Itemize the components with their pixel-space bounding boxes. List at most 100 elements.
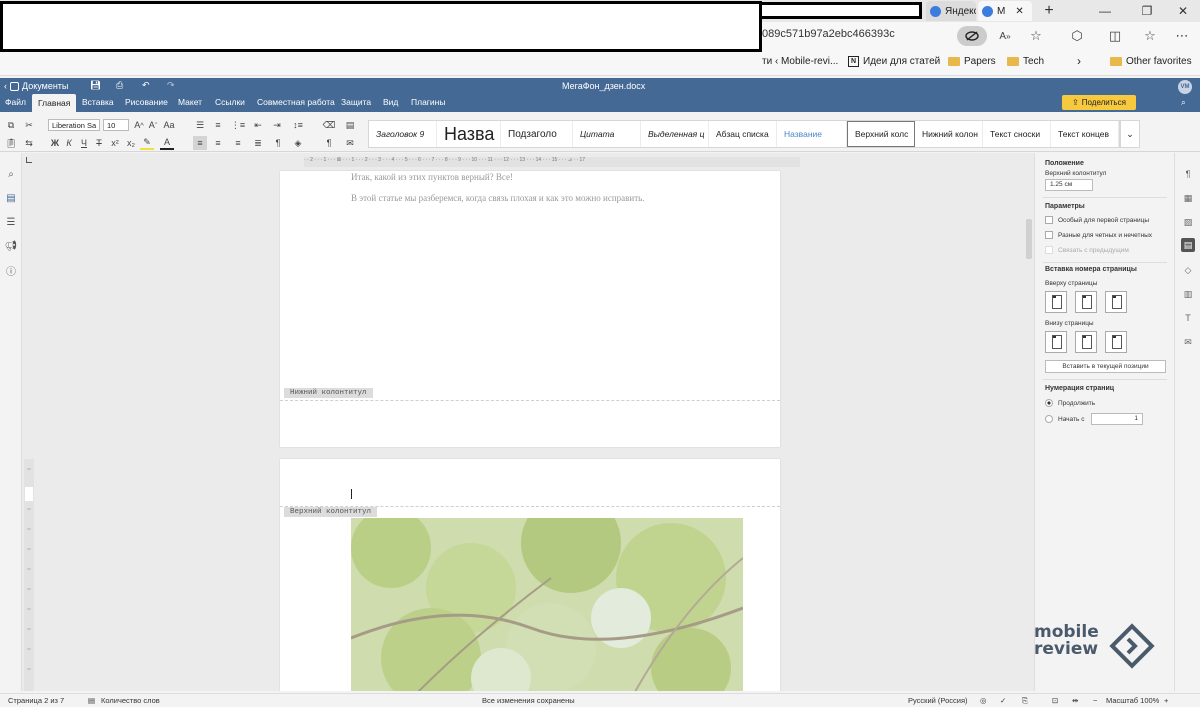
redo-icon[interactable]: ↷ [167, 80, 175, 91]
menu-insert[interactable]: Вставка [82, 97, 114, 107]
comments-icon[interactable]: ▤ [4, 191, 18, 205]
tab-yandex[interactable]: Яндекс [926, 1, 976, 21]
page-number-bottom-center[interactable] [1075, 331, 1097, 353]
bookmark-other-favorites[interactable]: Other favorites [1110, 56, 1192, 67]
menu-references[interactable]: Ссылки [215, 97, 245, 107]
menu-file[interactable]: Файл [5, 97, 26, 107]
page-number-top-right[interactable] [1105, 291, 1127, 313]
extensions-icon[interactable]: ⬡ [1065, 26, 1089, 46]
minimize-icon[interactable]: — [1088, 0, 1122, 22]
italic-icon[interactable]: К [62, 136, 76, 150]
paste-icon[interactable]: 📋︎ [4, 136, 18, 150]
menu-plugins[interactable]: Плагины [411, 97, 445, 107]
document-image[interactable] [351, 518, 743, 691]
language-select[interactable]: Русский (Россия) [908, 696, 968, 705]
bookmark-tech[interactable]: Tech [1007, 56, 1044, 67]
vertical-ruler[interactable] [24, 459, 34, 691]
increase-indent-icon[interactable]: ⇥ [270, 118, 284, 132]
shading-icon[interactable]: ◈ [291, 136, 305, 150]
highlight-icon[interactable]: ✎ [140, 136, 154, 150]
decrease-indent-icon[interactable]: ⇤ [251, 118, 265, 132]
different-first-page-checkbox[interactable]: Особый для первой страницы [1045, 216, 1149, 224]
font-color-icon[interactable]: A [160, 136, 174, 150]
table-settings-icon[interactable]: ▦ [1181, 191, 1195, 205]
style-intense-quote[interactable]: Выделенная ц [641, 121, 709, 147]
superscript-icon[interactable]: x² [108, 136, 122, 150]
word-count-icon[interactable]: ▤ [88, 696, 95, 705]
image-settings-icon[interactable]: ▨ [1181, 215, 1195, 229]
document-area[interactable]: · · 2 · · · 1 · · · ⊠ · · · 1 · · · 2 · … [22, 153, 1034, 691]
paragraph-settings-icon[interactable]: ¶ [1181, 167, 1195, 181]
text-art-icon[interactable]: T [1181, 311, 1195, 325]
undo-icon[interactable]: ↶ [142, 80, 150, 91]
page-number-top-left[interactable] [1045, 291, 1067, 313]
strikethrough-icon[interactable]: Т [92, 136, 106, 150]
page-counter[interactable]: Страница 2 из 7 [8, 696, 64, 705]
style-list-paragraph[interactable]: Абзац списка [709, 121, 777, 147]
bookmark-papers[interactable]: Papers [948, 56, 996, 67]
page-number-bottom-left[interactable] [1045, 331, 1067, 353]
new-tab-icon[interactable]: + [1032, 0, 1066, 22]
restore-icon[interactable]: ❐ [1130, 0, 1164, 22]
bold-icon[interactable]: Ж [48, 136, 62, 150]
track-changes-icon[interactable]: ⎘ [1022, 696, 1028, 706]
scrollbar-thumb[interactable] [1026, 219, 1032, 259]
clear-format-icon[interactable]: ⌫ [322, 118, 336, 132]
bookmark-mobile-review[interactable]: ти ‹ Mobile-revi... [762, 56, 838, 67]
style-header[interactable]: Верхний колс [847, 121, 915, 147]
cut-icon[interactable]: ✂ [22, 118, 36, 132]
zoom-in-icon[interactable]: + [1164, 696, 1168, 705]
paragraph-1[interactable]: Итак, какой из этих пунктов верный? Все! [351, 172, 513, 182]
header-distance-input[interactable]: 1.25 см [1045, 179, 1093, 191]
different-odd-even-checkbox[interactable]: Разные для четных и нечетных [1045, 231, 1152, 239]
color-scheme-icon[interactable]: ▤ [343, 118, 357, 132]
word-count[interactable]: Количество слов [101, 696, 160, 705]
mail-merge-settings-icon[interactable]: ✉ [1181, 335, 1195, 349]
decrease-font-icon[interactable]: Aˇ [146, 118, 160, 132]
address-bar-url[interactable]: 089c571b97a2ebc466393c [762, 28, 895, 40]
align-center-icon[interactable]: ≡ [211, 136, 225, 150]
fit-width-icon[interactable]: ⇹ [1072, 696, 1078, 705]
menu-view[interactable]: Вид [383, 97, 398, 107]
globe-icon[interactable]: ◎ [980, 696, 987, 705]
style-title-large[interactable]: Назва [437, 121, 501, 147]
spellcheck-icon[interactable]: ✓ [1000, 696, 1006, 705]
chart-settings-icon[interactable]: ▥ [1181, 287, 1195, 301]
page-1[interactable]: Итак, какой из этих пунктов верный? Все!… [280, 171, 780, 447]
tab-active[interactable]: M ✕ [978, 1, 1032, 21]
avatar[interactable]: VM [1178, 80, 1192, 94]
page-number-top-center[interactable] [1075, 291, 1097, 313]
back-to-documents[interactable]: ‹ Документы [4, 81, 68, 91]
menu-layout[interactable]: Макет [178, 97, 202, 107]
style-heading-9[interactable]: Заголовок 9 [369, 121, 437, 147]
justify-icon[interactable]: ≣ [251, 136, 265, 150]
menu-collaboration[interactable]: Совместная работа [257, 97, 335, 107]
insert-at-current-position-button[interactable]: Вставить в текущей позиции [1045, 360, 1166, 373]
bookmarks-overflow-icon[interactable]: › [1077, 54, 1081, 68]
align-left-icon[interactable]: ≡ [193, 136, 207, 150]
shape-settings-icon[interactable]: ◇ [1181, 263, 1195, 277]
bookmark-ideas[interactable]: N Идеи для статей [848, 56, 940, 67]
bullets-icon[interactable]: ☰ [193, 118, 207, 132]
copy-icon[interactable]: ⧉ [4, 118, 18, 132]
link-to-previous-checkbox[interactable]: Связать с предыдущим [1045, 246, 1129, 254]
continue-numbering-radio[interactable]: Продолжить [1045, 399, 1095, 407]
feedback-icon[interactable]: 📢︎ [4, 239, 18, 253]
horizontal-ruler[interactable]: · · 2 · · · 1 · · · ⊠ · · · 1 · · · 2 · … [304, 157, 800, 167]
style-quote[interactable]: Цитата [573, 121, 641, 147]
favorite-star-icon[interactable]: ☆ [1024, 26, 1048, 46]
info-icon[interactable]: ⓘ [4, 263, 18, 278]
menu-draw[interactable]: Рисование [125, 97, 168, 107]
align-right-icon[interactable]: ≡ [231, 136, 245, 150]
style-endnote-text[interactable]: Текст концев [1051, 121, 1119, 147]
print-icon[interactable]: ⎙ [116, 80, 123, 91]
search-icon[interactable]: ⌕ [4, 167, 18, 181]
copy-style-icon[interactable]: ¶ [322, 136, 336, 150]
search-icon[interactable]: ⌕ [1181, 97, 1186, 108]
page-2[interactable]: Верхний колонтитул [280, 459, 780, 691]
numbering-icon[interactable]: ≡ [211, 118, 225, 132]
tracking-prevention-icon[interactable] [957, 26, 987, 46]
menu-home[interactable]: Главная [32, 94, 77, 112]
style-footnote-text[interactable]: Текст сноски [983, 121, 1051, 147]
start-at-radio[interactable]: Начать с [1045, 415, 1084, 423]
